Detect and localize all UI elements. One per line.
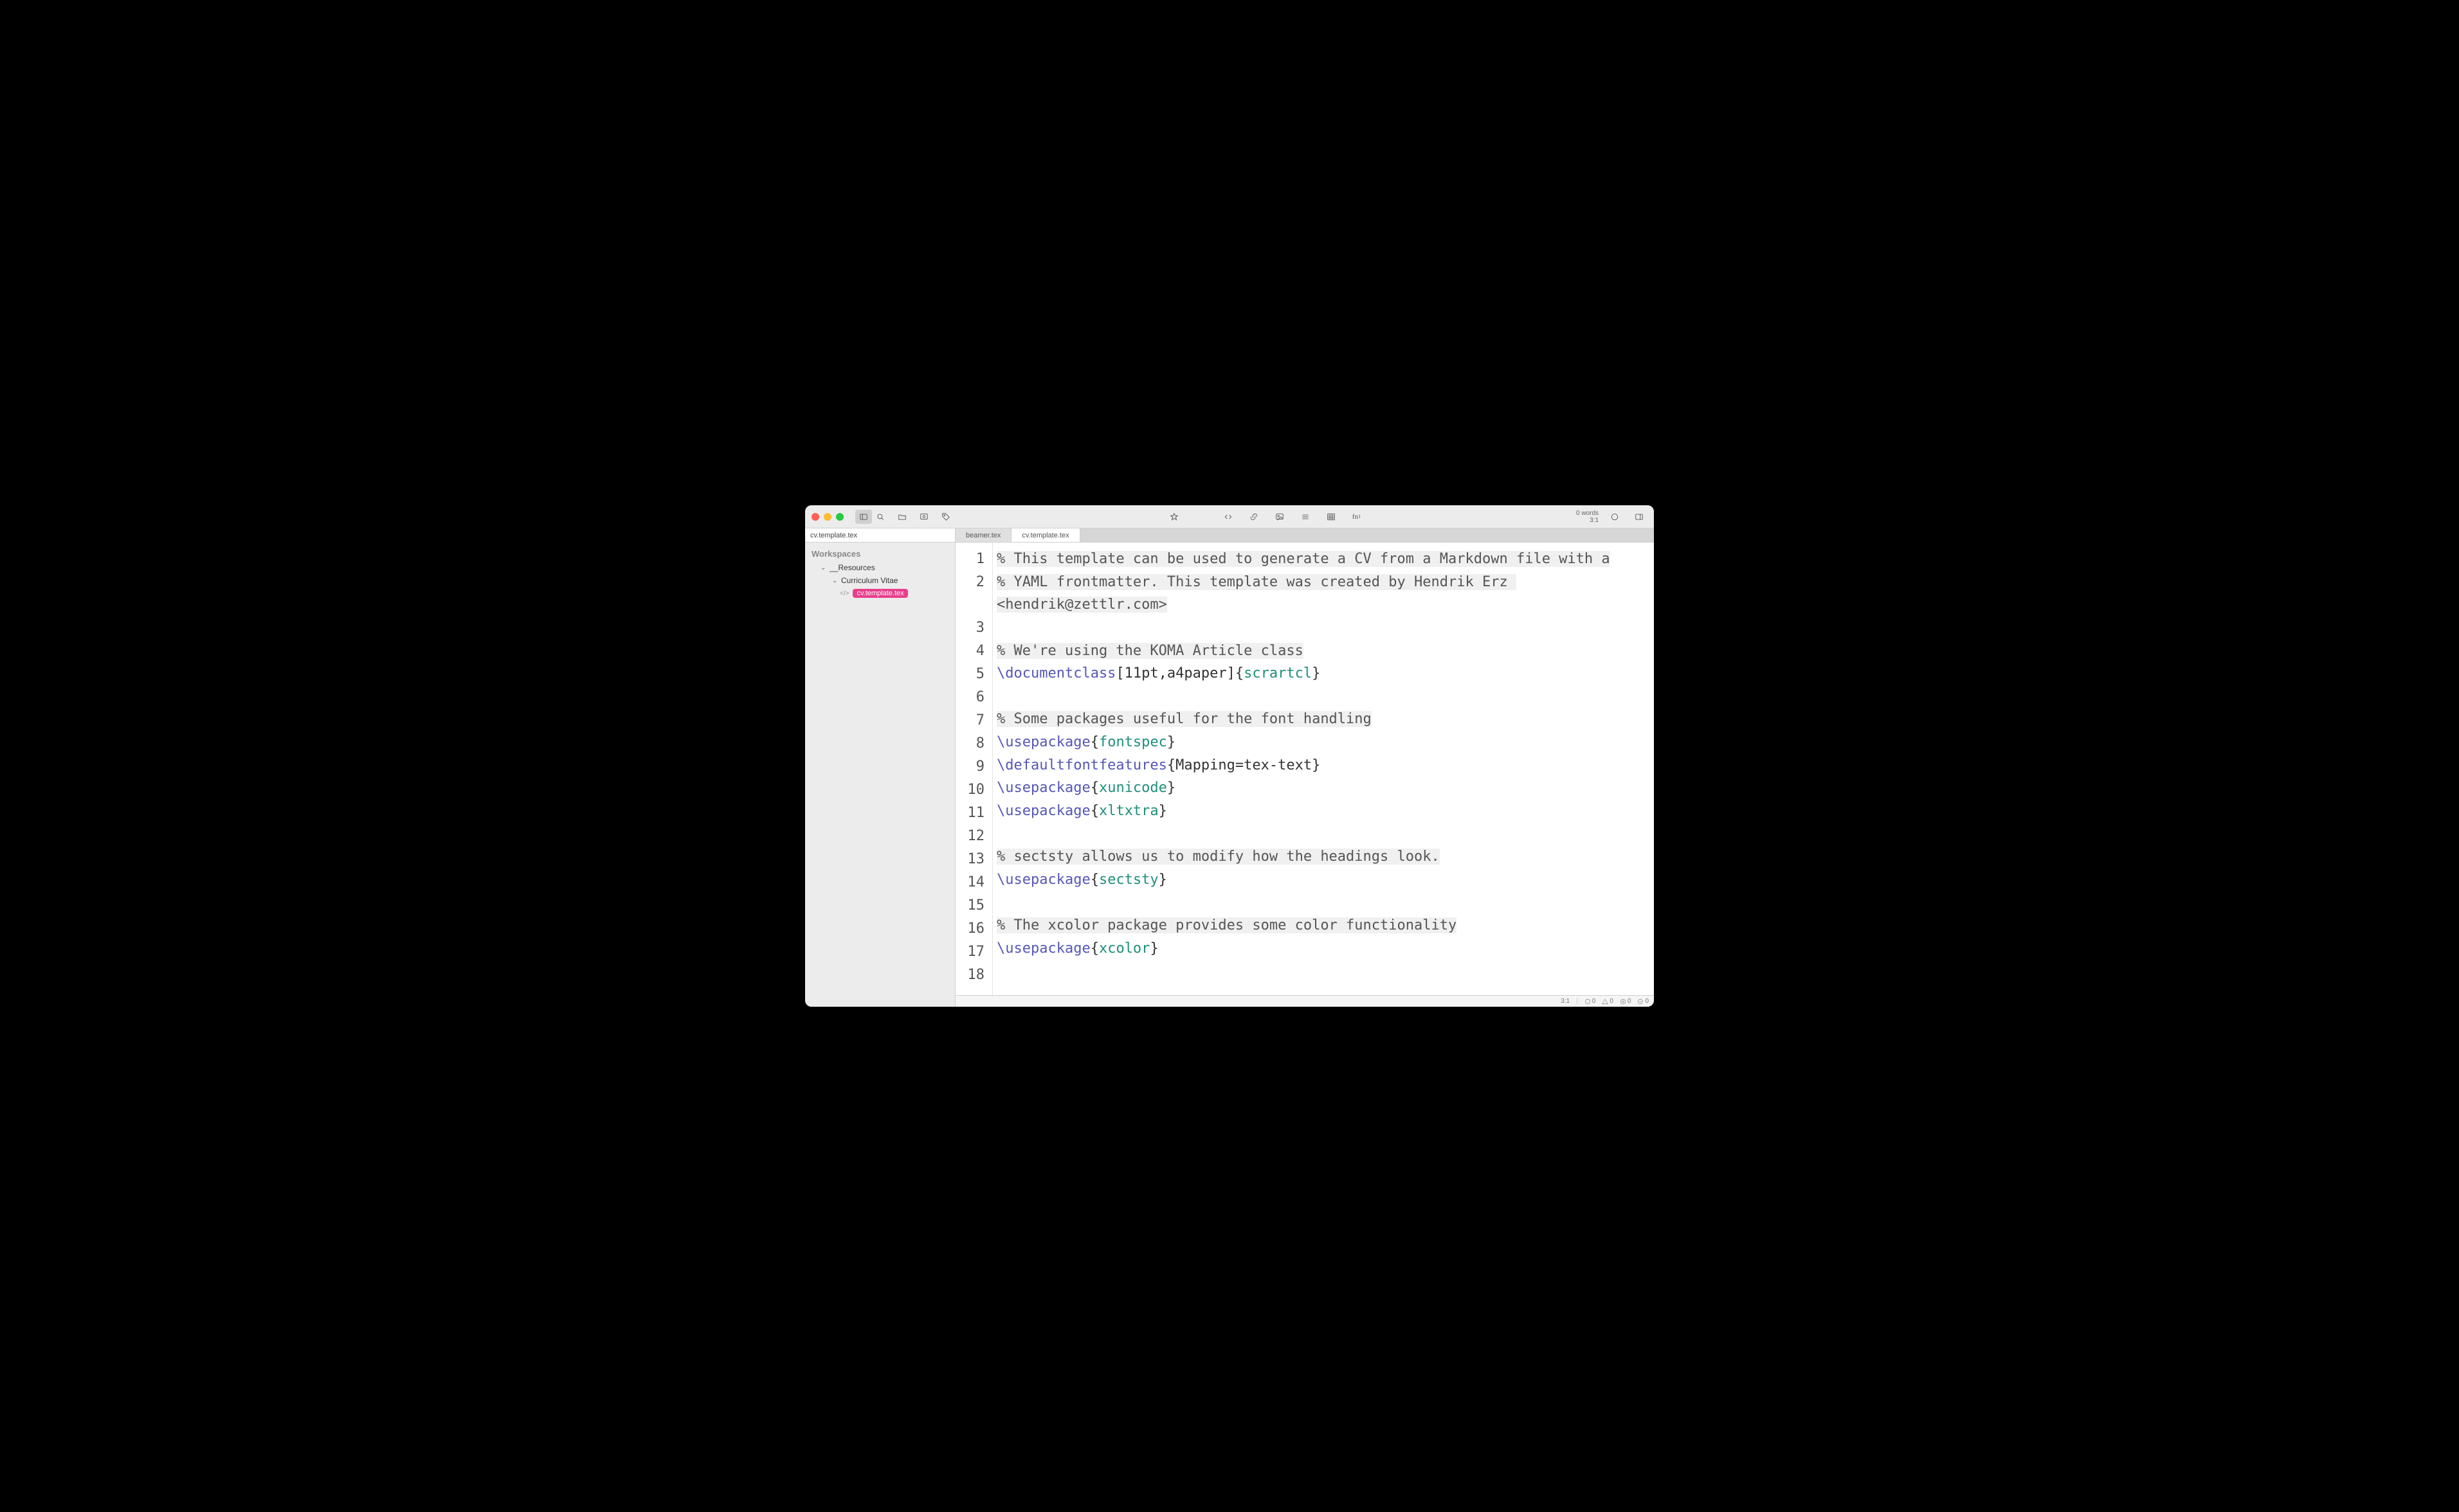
- code-line[interactable]: \usepackage{xcolor}: [997, 937, 1647, 960]
- line-number: 4: [956, 640, 987, 663]
- code-line[interactable]: \usepackage{xunicode}: [997, 777, 1647, 800]
- code-line[interactable]: [997, 616, 1647, 640]
- insert-link-button[interactable]: [1246, 510, 1262, 524]
- window-controls: [812, 513, 844, 521]
- code-line[interactable]: % Some packages useful for the font hand…: [997, 708, 1647, 731]
- line-number: 2: [956, 571, 987, 616]
- readability-toggle[interactable]: [1606, 510, 1623, 524]
- status-warning[interactable]: 0: [1602, 998, 1613, 1005]
- tab-bar: beamer.texcv.template.tex: [956, 528, 1654, 543]
- status-ok[interactable]: 0: [1637, 998, 1649, 1005]
- line-number: 9: [956, 755, 987, 779]
- line-number: 14: [956, 871, 987, 894]
- open-folder-button[interactable]: [894, 510, 911, 524]
- code-line[interactable]: [997, 891, 1647, 914]
- file-item[interactable]: </> cv.template.tex: [809, 587, 951, 600]
- folder-label: Curriculum Vitae: [841, 576, 898, 585]
- code-line[interactable]: \documentclass[11pt,a4paper]{scrartcl}: [997, 662, 1647, 685]
- pomodoro-button[interactable]: [1166, 510, 1183, 524]
- insert-image-button[interactable]: [1271, 510, 1288, 524]
- app-window: fn1 0 words 3:1 cv.template.tex Workspac…: [805, 505, 1654, 1007]
- insert-task-button[interactable]: [1297, 510, 1314, 524]
- line-number: 15: [956, 894, 987, 917]
- breadcrumb[interactable]: cv.template.tex: [805, 528, 955, 543]
- line-number: 12: [956, 825, 987, 848]
- folder-item[interactable]: ⌄Curriculum Vitae: [809, 574, 951, 587]
- toolbar-center: fn1: [1166, 510, 1365, 524]
- view-toggle-group: [855, 510, 889, 524]
- code-line[interactable]: % We're using the KOMA Article class: [997, 640, 1647, 663]
- file-label: cv.template.tex: [853, 589, 907, 598]
- code-line[interactable]: [997, 960, 1647, 983]
- chevron-down-icon[interactable]: ⌄: [821, 564, 827, 572]
- cursor-position: 3:1: [1561, 998, 1570, 1005]
- code-line[interactable]: \usepackage{fontspec}: [997, 731, 1647, 754]
- insert-code-button[interactable]: [1220, 510, 1237, 524]
- minimize-icon[interactable]: [824, 513, 831, 521]
- code-file-icon: </>: [840, 590, 849, 597]
- code-line[interactable]: % The xcolor package provides some color…: [997, 914, 1647, 937]
- folder-label: __Resources: [830, 563, 875, 572]
- line-number: 3: [956, 616, 987, 640]
- insert-table-button[interactable]: [1323, 510, 1339, 524]
- file-tree: ⌄__Resources⌄Curriculum Vitae</>cv.templ…: [805, 561, 955, 600]
- line-number: 11: [956, 802, 987, 825]
- line-number: 16: [956, 917, 987, 941]
- word-count: 0 words 3:1: [1576, 510, 1599, 524]
- sidebar-right-toggle[interactable]: [1631, 510, 1647, 524]
- code-line[interactable]: % YAML frontmatter. This template was cr…: [997, 571, 1647, 616]
- chevron-down-icon[interactable]: ⌄: [832, 577, 839, 584]
- sidebar: cv.template.tex Workspaces ⌄__Resources⌄…: [805, 528, 956, 1007]
- close-icon[interactable]: [812, 513, 819, 521]
- insert-footnote-button[interactable]: fn1: [1348, 510, 1365, 524]
- code-line[interactable]: \defaultfontfeatures{Mapping=tex-text}: [997, 754, 1647, 777]
- line-number: 7: [956, 709, 987, 732]
- line-number: 10: [956, 779, 987, 802]
- code-line[interactable]: % sectsty allows us to modify how the he…: [997, 845, 1647, 869]
- file-tree-toggle[interactable]: [855, 510, 872, 524]
- toolbar-right: 0 words 3:1: [1576, 510, 1647, 524]
- code-line[interactable]: [997, 823, 1647, 846]
- tab[interactable]: cv.template.tex: [1012, 528, 1080, 542]
- code-editor[interactable]: 123456789101112131415161718 % This templ…: [956, 543, 1654, 995]
- main-body: cv.template.tex Workspaces ⌄__Resources⌄…: [805, 528, 1654, 1007]
- status-error[interactable]: 0: [1620, 998, 1631, 1005]
- line-number: 13: [956, 848, 987, 871]
- line-number: 1: [956, 548, 987, 571]
- line-number: 6: [956, 686, 987, 709]
- editor-pane: beamer.texcv.template.tex 12345678910111…: [956, 528, 1654, 1007]
- code-line[interactable]: \usepackage{sectsty}: [997, 869, 1647, 892]
- status-info[interactable]: 0: [1584, 998, 1596, 1005]
- status-bar: 3:1 | 0 0 0 0: [956, 995, 1654, 1007]
- line-gutter: 123456789101112131415161718: [956, 543, 993, 995]
- code-content[interactable]: % This template can be used to generate …: [993, 543, 1654, 995]
- code-line[interactable]: % This template can be used to generate …: [997, 548, 1647, 571]
- toolbar: fn1 0 words 3:1: [805, 505, 1654, 528]
- search-button[interactable]: [872, 510, 889, 524]
- code-line[interactable]: [997, 685, 1647, 708]
- tag-button[interactable]: [938, 510, 954, 524]
- folder-item[interactable]: ⌄__Resources: [809, 561, 951, 574]
- stats-button[interactable]: [916, 510, 932, 524]
- line-number: 8: [956, 732, 987, 755]
- maximize-icon[interactable]: [836, 513, 844, 521]
- code-line[interactable]: \usepackage{xltxtra}: [997, 800, 1647, 823]
- workspaces-heading: Workspaces: [805, 543, 955, 561]
- line-number: 18: [956, 964, 987, 987]
- line-number: 5: [956, 663, 987, 686]
- line-number: 17: [956, 941, 987, 964]
- tab[interactable]: beamer.tex: [956, 528, 1012, 542]
